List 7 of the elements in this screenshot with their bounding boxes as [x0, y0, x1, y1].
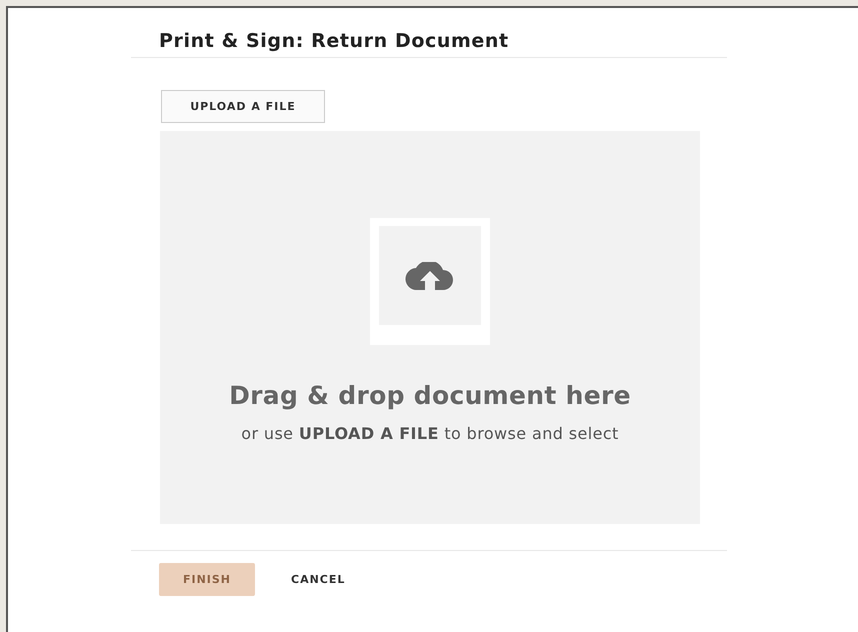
- drop-hint: or use UPLOAD A FILE to browse and select: [241, 424, 619, 443]
- drop-heading: Drag & drop document here: [229, 381, 631, 410]
- cancel-button[interactable]: CANCEL: [271, 563, 366, 596]
- cloud-upload-icon: [405, 262, 455, 290]
- upload-file-button[interactable]: UPLOAD A FILE: [161, 90, 325, 123]
- dialog-title: Print & Sign: Return Document: [131, 8, 727, 58]
- drop-zone[interactable]: Drag & drop document here or use UPLOAD A FILE to browse and select: [160, 131, 700, 524]
